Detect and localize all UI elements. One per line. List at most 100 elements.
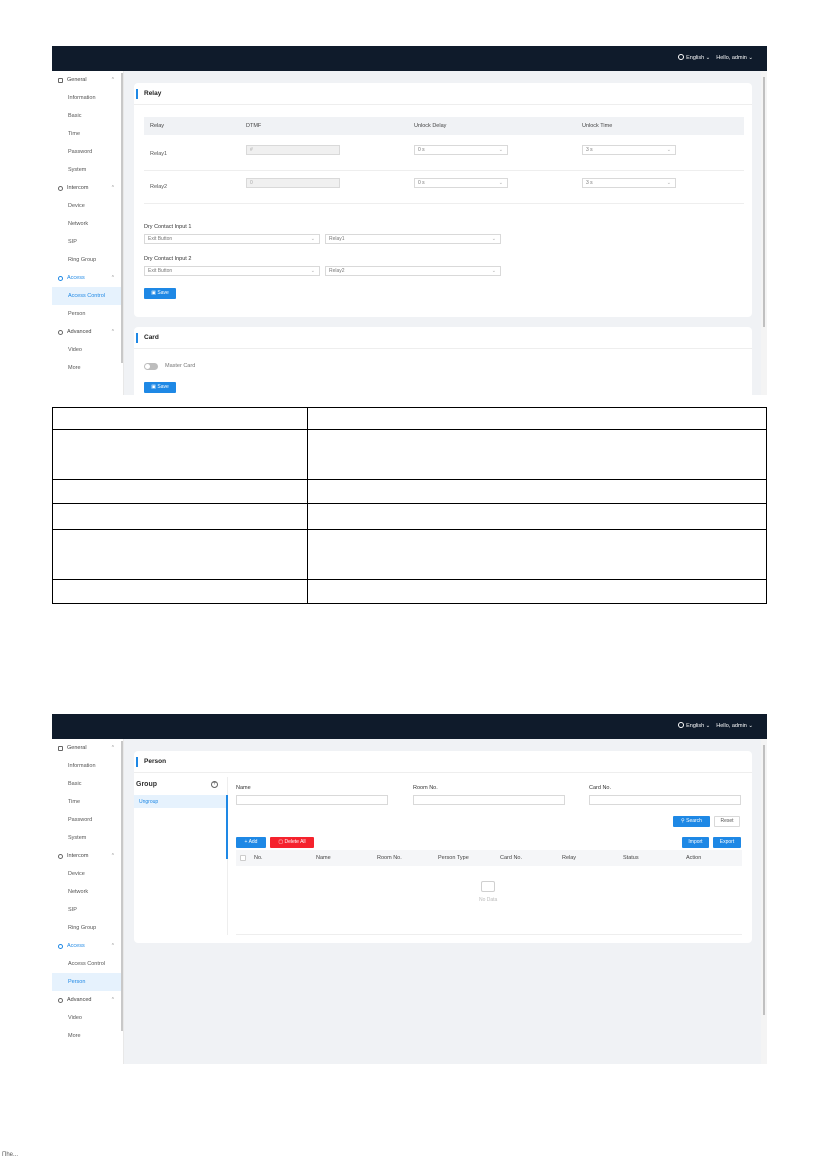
- language-selector[interactable]: English ⌄: [678, 54, 710, 61]
- export-button[interactable]: Export: [713, 837, 741, 848]
- dry-contact-1-label: Dry Contact Input 1: [144, 224, 192, 230]
- sidebar-item-ring-group[interactable]: Ring Group: [52, 251, 123, 269]
- dry-contact-2-relay-select[interactable]: Relay2 ⌄: [325, 266, 501, 276]
- sidebar-item-person[interactable]: Person: [52, 973, 123, 991]
- sidebar-scrollbar[interactable]: [121, 741, 123, 1031]
- dry-contact-1-source-select[interactable]: Exit Button ⌄: [144, 234, 320, 244]
- sidebar-item-ring-group[interactable]: Ring Group: [52, 919, 123, 937]
- scrollbar-thumb[interactable]: [763, 77, 765, 327]
- sidebar-item-password[interactable]: Password: [52, 143, 123, 161]
- delete-all-button[interactable]: ▢ Delete All: [270, 837, 314, 848]
- select-all-checkbox[interactable]: [240, 855, 246, 861]
- sidebar-group-advanced[interactable]: Advanced ⌃: [52, 991, 123, 1009]
- search-button[interactable]: ⚲ Search: [673, 816, 710, 827]
- chevron-up-icon: ⌃: [110, 329, 115, 335]
- chevron-up-icon: ⌃: [110, 745, 115, 751]
- relay1-unlock-delay-select[interactable]: 0 s ⌄: [414, 145, 508, 155]
- sidebar-item-time[interactable]: Time: [52, 125, 123, 143]
- table-row: [52, 479, 767, 504]
- room-filter-input[interactable]: [413, 795, 565, 805]
- sidebar-item-network[interactable]: Network: [52, 883, 123, 901]
- user-menu[interactable]: Hello, admin ⌄: [716, 55, 753, 61]
- no-data-text: No Data: [479, 897, 498, 903]
- table-cell: [307, 529, 767, 580]
- card-save-button[interactable]: ▣ Save: [144, 382, 176, 393]
- sidebar-item-basic[interactable]: Basic: [52, 775, 123, 793]
- phone-icon: [58, 853, 63, 859]
- gear-icon: [58, 997, 63, 1003]
- page-scrollbar[interactable]: [761, 71, 767, 395]
- page-scrollbar[interactable]: [761, 739, 767, 1064]
- sidebar-item-person[interactable]: Person: [52, 305, 123, 323]
- relay2-dtmf-input[interactable]: 0: [246, 178, 340, 188]
- reset-button[interactable]: Reset: [714, 816, 740, 827]
- relay2-unlock-time-select[interactable]: 3 s ⌄: [582, 178, 676, 188]
- sidebar-scrollbar[interactable]: [121, 73, 123, 363]
- page-footer-fragment: Пhe...: [2, 1152, 18, 1158]
- sidebar-group-access[interactable]: Access ⌃: [52, 937, 123, 955]
- sidebar-group-general[interactable]: General ⌃: [52, 71, 123, 89]
- chevron-down-icon: ⌄: [666, 147, 671, 153]
- group-panel: Group + Ungroup: [134, 777, 228, 935]
- chevron-up-icon: ⌃: [110, 853, 115, 859]
- sidebar-item-information[interactable]: Information: [52, 89, 123, 107]
- chevron-down-icon: ⌄: [666, 180, 671, 186]
- sidebar-item-sip[interactable]: SIP: [52, 233, 123, 251]
- sidebar-item-video[interactable]: Video: [52, 1009, 123, 1027]
- person-icon: [58, 275, 63, 281]
- table-cell: [307, 479, 767, 504]
- relay1-label: Relay1: [150, 151, 168, 157]
- globe-icon: [678, 722, 685, 728]
- user-menu[interactable]: Hello, admin ⌄: [716, 723, 753, 729]
- sidebar-item-system[interactable]: System: [52, 829, 123, 847]
- group-item-ungroup[interactable]: Ungroup: [134, 795, 226, 808]
- sidebar-item-more[interactable]: More: [52, 1027, 123, 1045]
- relay-save-button[interactable]: ▣ Save: [144, 288, 176, 299]
- scrollbar-thumb[interactable]: [763, 745, 765, 1015]
- language-selector[interactable]: English ⌄: [678, 722, 710, 729]
- dry-contact-1-relay-select[interactable]: Relay1 ⌄: [325, 234, 501, 244]
- sidebar-group-intercom[interactable]: Intercom ⌃: [52, 179, 123, 197]
- person-card: Person Group + Ungroup Name Room No. Car…: [134, 751, 752, 943]
- relay1-unlock-time-select[interactable]: 3 s ⌄: [582, 145, 676, 155]
- name-filter-label: Name: [236, 785, 251, 791]
- sidebar-item-basic[interactable]: Basic: [52, 107, 123, 125]
- sidebar-item-access-control[interactable]: Access Control: [52, 287, 123, 305]
- sidebar-item-network[interactable]: Network: [52, 215, 123, 233]
- sidebar-item-time[interactable]: Time: [52, 793, 123, 811]
- sidebar-item-device[interactable]: Device: [52, 197, 123, 215]
- card-filter-input[interactable]: [589, 795, 741, 805]
- sidebar-group-access[interactable]: Access ⌃: [52, 269, 123, 287]
- sidebar-group-advanced[interactable]: Advanced ⌃: [52, 323, 123, 341]
- relay1-dtmf-input[interactable]: #: [246, 145, 340, 155]
- relay-table-header: Relay DTMF Unlock Delay Unlock Time: [144, 117, 744, 135]
- add-button[interactable]: + Add: [236, 837, 266, 848]
- sidebar-item-video[interactable]: Video: [52, 341, 123, 359]
- sidebar-item-access-control[interactable]: Access Control: [52, 955, 123, 973]
- sidebar-item-system[interactable]: System: [52, 161, 123, 179]
- top-bar: English ⌄ Hello, admin ⌄: [52, 46, 767, 71]
- sidebar-group-general[interactable]: General ⌃: [52, 739, 123, 757]
- table-cell: [52, 579, 308, 604]
- relay2-unlock-delay-select[interactable]: 0 s ⌄: [414, 178, 508, 188]
- sidebar-item-password[interactable]: Password: [52, 811, 123, 829]
- add-group-icon[interactable]: +: [211, 781, 218, 788]
- col-dtmf: DTMF: [246, 123, 262, 129]
- master-card-toggle[interactable]: [144, 363, 158, 370]
- sidebar-item-device[interactable]: Device: [52, 865, 123, 883]
- import-button[interactable]: Import: [682, 837, 709, 848]
- col-action: Action: [686, 855, 702, 861]
- dry-contact-2-source-select[interactable]: Exit Button ⌄: [144, 266, 320, 276]
- table-cell: [307, 429, 767, 480]
- col-unlock-time: Unlock Time: [582, 123, 613, 129]
- sidebar-item-information[interactable]: Information: [52, 757, 123, 775]
- sidebar-item-more[interactable]: More: [52, 359, 123, 377]
- col-unlock-delay: Unlock Delay: [414, 123, 447, 129]
- sidebar-group-intercom[interactable]: Intercom ⌃: [52, 847, 123, 865]
- name-filter-input[interactable]: [236, 795, 388, 805]
- sidebar-item-sip[interactable]: SIP: [52, 901, 123, 919]
- grid-icon: [58, 77, 63, 83]
- group-scrollbar[interactable]: [226, 795, 228, 859]
- sidebar: General ⌃ Information Basic Time Password…: [52, 739, 124, 1064]
- chevron-up-icon: ⌃: [110, 997, 115, 1003]
